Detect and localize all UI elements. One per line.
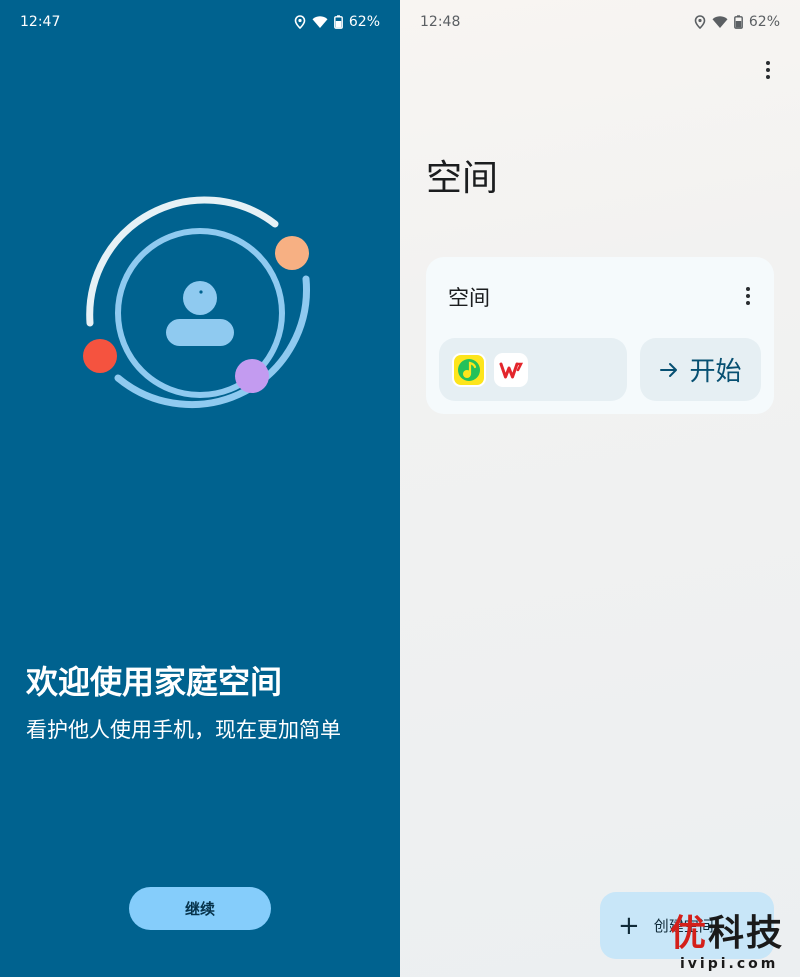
battery-percent: 62%: [348, 14, 380, 30]
welcome-panel: 12:47 62% 欢迎使用家庭空间 看护他人使用手机，现在更加简单 继续: [0, 0, 400, 977]
spaces-panel: 12:48 62% 空间 空间 开始 + 创建空间: [400, 0, 800, 977]
wps-office-icon: [494, 352, 528, 387]
start-label: 开始: [689, 357, 742, 387]
battery-percent: 62%: [748, 14, 780, 30]
welcome-subtitle: 看护他人使用手机，现在更加简单: [26, 718, 341, 742]
location-icon: [694, 15, 706, 29]
continue-button[interactable]: 继续: [129, 887, 271, 930]
watermark-main-text: 科技: [708, 913, 785, 954]
space-apps-list[interactable]: [439, 338, 627, 401]
space-card-title: 空间: [448, 286, 490, 310]
location-icon: [294, 15, 306, 29]
plus-icon: +: [618, 910, 640, 941]
battery-icon: [733, 15, 743, 29]
wifi-icon: [712, 16, 728, 28]
status-time: 12:48: [420, 14, 461, 30]
watermark-red-char: 优: [670, 913, 709, 954]
wifi-icon: [312, 16, 328, 28]
watermark-logo: 优科技 ivipi.com: [640, 912, 800, 977]
welcome-title: 欢迎使用家庭空间: [26, 663, 283, 701]
arrow-right-icon: [660, 362, 678, 377]
space-card[interactable]: 空间 开始: [426, 257, 774, 414]
page-title: 空间: [426, 158, 499, 199]
qq-music-icon: [452, 352, 486, 387]
watermark-url: ivipi.com: [680, 956, 779, 972]
status-bar: 12:48 62%: [400, 0, 800, 44]
status-bar: 12:47 62%: [0, 0, 400, 44]
more-options-icon[interactable]: [758, 56, 778, 84]
start-button[interactable]: 开始: [640, 338, 761, 401]
family-space-illustration: [83, 196, 310, 409]
battery-icon: [333, 15, 343, 29]
status-time: 12:47: [20, 14, 61, 30]
card-more-options-icon[interactable]: [738, 283, 758, 309]
